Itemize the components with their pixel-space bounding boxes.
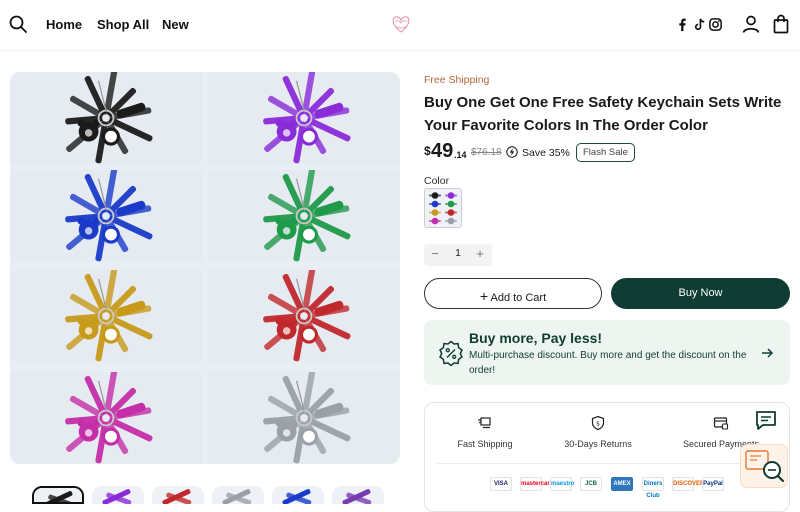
help-widget-button[interactable] — [741, 445, 787, 487]
search-icon[interactable] — [9, 15, 27, 33]
flash-sale-badge: Flash Sale — [576, 143, 635, 162]
nav-shop-all[interactable]: Shop All — [97, 17, 149, 32]
gallery-image[interactable] — [10, 72, 202, 164]
payment-visa-icon: VISA — [490, 477, 512, 491]
cart-icon[interactable] — [771, 14, 791, 34]
facebook-icon[interactable] — [675, 17, 690, 32]
search-help-icon — [745, 450, 785, 483]
secure-payment-icon — [713, 417, 729, 430]
buy-now-button[interactable]: Buy Now — [611, 278, 790, 309]
thumbnail[interactable] — [92, 486, 144, 504]
trust-fast-shipping: Fast Shipping — [425, 415, 545, 449]
payment-diners-icon: Diners Club — [642, 477, 664, 499]
gallery-image[interactable] — [10, 170, 202, 262]
logo[interactable] — [386, 12, 416, 36]
trust-label: 30-Days Returns — [564, 439, 632, 449]
payment-paypal-icon: PayPal — [702, 477, 724, 491]
add-to-cart-button[interactable]: + Add to Cart — [424, 278, 602, 309]
save-percent: Save 35% — [522, 147, 570, 159]
payment-mastercard-icon: mastercard — [520, 477, 553, 491]
svg-text:$: $ — [596, 421, 600, 428]
price-whole: 49 — [431, 140, 454, 162]
trust-badges: Fast Shipping $ 30-Days Returns Secured … — [424, 402, 790, 512]
discount-badge-icon — [439, 340, 463, 366]
payment-maestro-icon: maestro — [550, 477, 574, 491]
account-icon[interactable] — [741, 14, 761, 34]
fast-shipping-icon — [478, 417, 491, 429]
option-label: Color — [424, 175, 450, 187]
shipping-tag: Free Shipping — [424, 74, 490, 86]
payment-amex-icon: AMEX — [611, 477, 633, 491]
plus-icon: + — [479, 288, 489, 304]
qty-increase-button[interactable]: + — [471, 246, 489, 261]
qty-value[interactable]: 1 — [452, 248, 464, 259]
nav-new[interactable]: New — [162, 17, 189, 32]
nav-home[interactable]: Home — [46, 17, 82, 32]
promo-title: Buy more, Pay less! — [469, 330, 603, 346]
qty-decrease-button[interactable]: − — [426, 246, 444, 261]
color-swatch[interactable] — [424, 188, 462, 228]
arrow-right-icon[interactable] — [760, 346, 774, 360]
quantity-stepper: − 1 + — [424, 244, 492, 266]
product-gallery[interactable] — [10, 72, 400, 464]
buy-now-label: Buy Now — [678, 287, 723, 299]
payment-jcb-icon: JCB — [580, 477, 602, 491]
gallery-image[interactable] — [208, 270, 400, 362]
payment-discover-icon: DISCOVER — [672, 477, 704, 491]
multi-purchase-promo[interactable]: Buy more, Pay less! Multi-purchase disco… — [424, 320, 790, 385]
gallery-image[interactable] — [208, 170, 400, 262]
thumbnail[interactable] — [152, 486, 204, 504]
compare-at-price: $76.18 — [471, 147, 502, 158]
gallery-image[interactable] — [10, 270, 202, 362]
trust-returns: $ 30-Days Returns — [538, 415, 658, 449]
chat-icon[interactable] — [754, 408, 778, 432]
returns-shield-icon: $ — [591, 415, 605, 431]
divider — [437, 463, 779, 464]
product-title: Buy One Get One Free Safety Keychain Set… — [424, 94, 782, 134]
price-row: $ 49 .14 $76.18 Save 35% Flash Sale — [424, 140, 784, 166]
add-to-cart-label: Add to Cart — [490, 292, 547, 304]
promo-text: Multi-purchase discount. Buy more and ge… — [469, 350, 747, 376]
site-header: Home Shop All New — [0, 0, 800, 50]
tiktok-icon[interactable] — [692, 17, 707, 32]
lightning-icon — [506, 146, 518, 158]
gallery-image[interactable] — [208, 372, 400, 464]
trust-label: Fast Shipping — [457, 439, 513, 449]
gallery-image[interactable] — [208, 72, 400, 164]
instagram-icon[interactable] — [708, 17, 723, 32]
price-currency: $ — [424, 144, 431, 158]
thumbnail[interactable] — [332, 486, 384, 504]
price-cents: .14 — [454, 150, 467, 160]
gallery-image[interactable] — [10, 372, 202, 464]
thumbnail[interactable] — [32, 486, 84, 504]
thumbnail[interactable] — [272, 486, 324, 504]
thumbnail-strip — [30, 486, 400, 504]
thumbnail[interactable] — [212, 486, 264, 504]
